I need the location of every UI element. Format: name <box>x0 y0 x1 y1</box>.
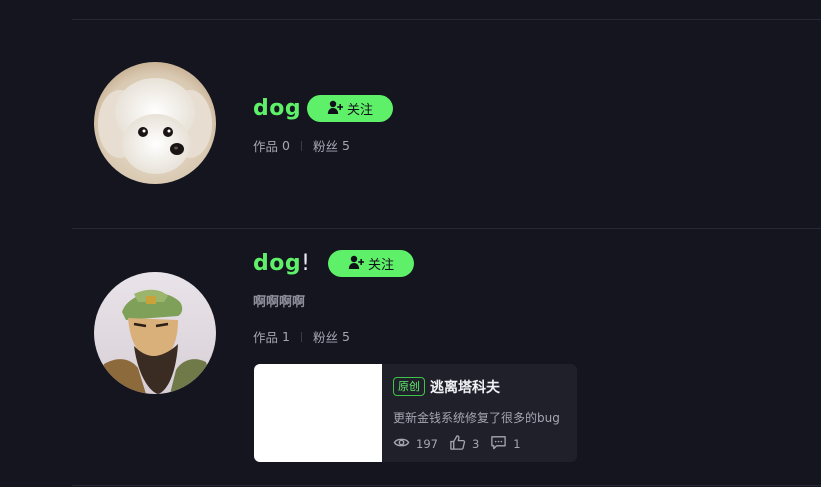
row-divider <box>72 228 821 229</box>
views-count: 197 <box>416 437 438 451</box>
bottom-divider <box>72 485 821 486</box>
follow-label: 关注 <box>346 103 373 118</box>
add-user-icon <box>327 99 344 119</box>
eye-icon <box>393 434 410 454</box>
works-label: 作品 <box>253 139 279 154</box>
fans-count: 5 <box>341 138 350 153</box>
top-divider <box>72 19 821 20</box>
user-name-text: dog <box>253 96 302 121</box>
views-stat: 197 <box>393 434 438 454</box>
user-stats: 作品 0 粉丝 5 <box>253 136 350 155</box>
fans-label: 粉丝 <box>312 330 338 345</box>
post-title[interactable]: 逃离塔科夫 <box>430 377 500 397</box>
user-name-text: dog <box>253 251 302 276</box>
stats-separator <box>300 140 302 151</box>
likes-count: 3 <box>471 437 480 451</box>
fans-label: 粉丝 <box>312 139 338 154</box>
add-user-icon <box>348 254 365 274</box>
user-stats: 作品 1 粉丝 5 <box>253 327 350 346</box>
dog-avatar-image <box>94 62 216 184</box>
post-meta: 197 3 1 <box>393 434 532 454</box>
post-thumbnail[interactable] <box>254 364 382 462</box>
follow-button[interactable]: 关注 <box>328 250 414 277</box>
post-card[interactable]: 原创 逃离塔科夫 更新金钱系统修复了很多的bug 197 3 1 <box>254 364 577 462</box>
original-tag: 原创 <box>393 377 425 396</box>
comment-icon <box>490 434 507 454</box>
user-name[interactable]: dog <box>253 96 301 121</box>
user-name[interactable]: dog! <box>253 251 310 276</box>
avatar[interactable] <box>94 272 216 394</box>
fans-count: 5 <box>341 329 350 344</box>
works-label: 作品 <box>253 330 279 345</box>
likes-stat[interactable]: 3 <box>449 434 479 454</box>
thumbs-up-icon <box>449 434 466 454</box>
user-bio: 啊啊啊啊 <box>253 295 306 310</box>
comments-count: 1 <box>513 437 521 451</box>
works-count: 1 <box>282 329 290 344</box>
warrior-avatar-image <box>94 272 216 394</box>
stats-separator <box>300 331 302 342</box>
works-count: 0 <box>282 138 290 153</box>
user-name-suffix: ! <box>301 251 311 276</box>
post-description: 更新金钱系统修复了很多的bug <box>393 411 560 425</box>
comments-stat[interactable]: 1 <box>490 434 521 454</box>
follow-label: 关注 <box>367 258 394 273</box>
avatar[interactable] <box>94 62 216 184</box>
follow-button[interactable]: 关注 <box>307 95 393 122</box>
